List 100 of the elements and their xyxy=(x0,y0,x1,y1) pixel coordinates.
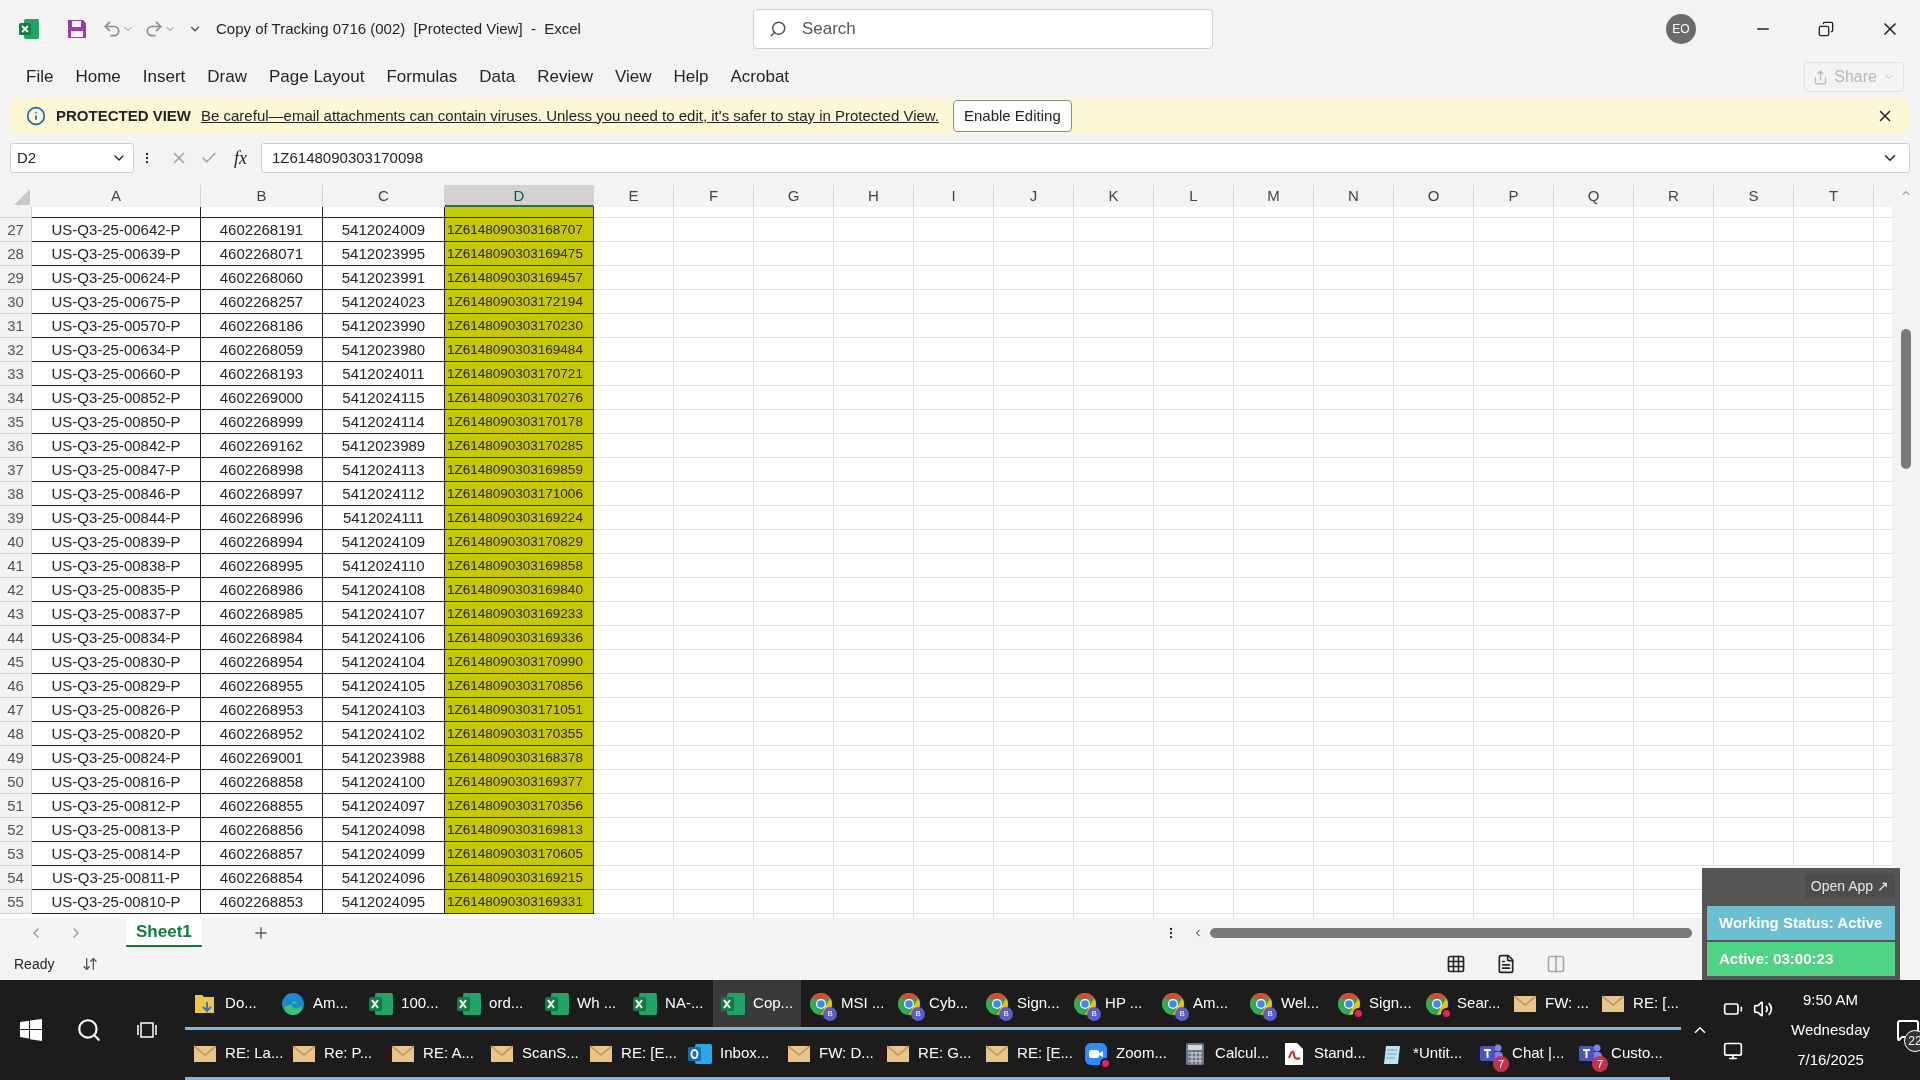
row-number[interactable]: 30 xyxy=(0,290,32,314)
column-header[interactable]: L xyxy=(1154,185,1234,207)
taskbar-button[interactable]: Inbox... xyxy=(680,1030,780,1080)
row-number[interactable]: 34 xyxy=(0,386,32,410)
taskbar-button[interactable]: Am... xyxy=(273,980,362,1030)
network-icon[interactable] xyxy=(1723,1041,1744,1061)
taskbar-button[interactable]: B HP ... xyxy=(1065,980,1154,1030)
taskbar-button[interactable]: B MSI ... xyxy=(801,980,890,1030)
row-number[interactable]: 46 xyxy=(0,674,32,698)
ribbon-tab[interactable]: Data xyxy=(479,59,516,95)
ribbon-tab[interactable]: Home xyxy=(75,59,121,95)
taskbar-button[interactable]: RE: [E... xyxy=(977,1030,1077,1080)
taskbar-button[interactable]: RE: [... xyxy=(1593,980,1682,1030)
warning-link[interactable]: Be careful—email attachments can contain viruses. Unless you need to edit, it's safer to stay in Protected View. xyxy=(201,104,939,128)
taskbar-button[interactable]: 7 Chat |... xyxy=(1472,1030,1572,1080)
column-header[interactable]: N xyxy=(1314,185,1394,207)
row-number[interactable]: 39 xyxy=(0,506,32,530)
taskbar-button[interactable]: B Am... xyxy=(1153,980,1242,1030)
sheet-tab[interactable]: Sheet1 xyxy=(126,919,202,947)
ribbon-tab[interactable]: Review xyxy=(537,59,593,95)
taskbar-button[interactable]: 7 Custo... xyxy=(1571,1030,1671,1080)
row-number[interactable]: 32 xyxy=(0,338,32,362)
column-header[interactable]: K xyxy=(1074,185,1154,207)
row-number[interactable]: 53 xyxy=(0,842,32,866)
ribbon-tab[interactable]: Draw xyxy=(207,59,247,95)
column-header[interactable]: Q xyxy=(1554,185,1634,207)
taskbar-button[interactable]: Re: P... xyxy=(284,1030,384,1080)
taskbar-button[interactable]: Stand... xyxy=(1274,1030,1374,1080)
column-header[interactable]: D xyxy=(445,185,594,207)
row-number[interactable]: 28 xyxy=(0,242,32,266)
taskbar-button[interactable]: 100... xyxy=(361,980,450,1030)
column-header[interactable]: E xyxy=(594,185,674,207)
row-number[interactable]: 29 xyxy=(0,266,32,290)
row-number[interactable]: 33 xyxy=(0,362,32,386)
row-number[interactable]: 35 xyxy=(0,410,32,434)
ribbon-tab[interactable]: Insert xyxy=(142,59,186,95)
taskbar-button[interactable]: Wh ... xyxy=(537,980,626,1030)
column-header[interactable]: R xyxy=(1634,185,1714,207)
column-header[interactable]: J xyxy=(994,185,1074,207)
column-header[interactable]: F xyxy=(674,185,754,207)
taskbar-button[interactable]: Cop... xyxy=(713,980,802,1030)
taskbar-button[interactable]: FW: ... xyxy=(1505,980,1594,1030)
row-number[interactable]: 31 xyxy=(0,314,32,338)
open-app-button[interactable]: Open App ↗ xyxy=(1804,874,1895,898)
taskbar-button[interactable]: FW: D... xyxy=(779,1030,879,1080)
taskbar-button[interactable]: ord... xyxy=(449,980,538,1030)
row-number[interactable]: 55 xyxy=(0,890,32,914)
column-header[interactable]: O xyxy=(1394,185,1474,207)
taskbar-button[interactable]: ScanS... xyxy=(482,1030,582,1080)
column-header[interactable]: G xyxy=(754,185,834,207)
taskbar-button[interactable]: Calcul... xyxy=(1175,1030,1275,1080)
restore-icon[interactable] xyxy=(1818,21,1834,37)
row-number[interactable]: 41 xyxy=(0,554,32,578)
task-view-icon[interactable] xyxy=(136,1019,158,1041)
row-number[interactable]: 48 xyxy=(0,722,32,746)
volume-icon[interactable] xyxy=(1753,999,1774,1019)
row-number[interactable]: 40 xyxy=(0,530,32,554)
row-number[interactable]: 52 xyxy=(0,818,32,842)
row-number[interactable]: 42 xyxy=(0,578,32,602)
redo-icon[interactable] xyxy=(144,19,164,39)
taskbar-button[interactable]: Do... xyxy=(185,980,274,1030)
taskbar-button[interactable]: RE: [E... xyxy=(581,1030,681,1080)
undo-icon[interactable] xyxy=(102,19,122,39)
taskbar-button[interactable]: Zoom... xyxy=(1076,1030,1176,1080)
row-number[interactable]: 54 xyxy=(0,866,32,890)
page-layout-icon[interactable] xyxy=(1496,954,1516,974)
row-number[interactable]: 36 xyxy=(0,434,32,458)
formula-field[interactable]: 1Z6148090303170098 xyxy=(261,143,1910,173)
ribbon-tab[interactable]: Page Layout xyxy=(268,59,365,95)
ribbon-tab[interactable]: Help xyxy=(673,59,709,95)
start-icon[interactable] xyxy=(20,1019,42,1041)
ribbon-tab[interactable]: File xyxy=(26,59,54,95)
ribbon-tab[interactable]: Acrobat xyxy=(730,59,790,95)
column-header[interactable]: M xyxy=(1234,185,1314,207)
row-number[interactable]: 44 xyxy=(0,626,32,650)
column-header[interactable]: I xyxy=(914,185,994,207)
column-header[interactable]: P xyxy=(1474,185,1554,207)
account-avatar[interactable]: EO xyxy=(1666,14,1696,44)
row-number[interactable]: 47 xyxy=(0,698,32,722)
clock[interactable]: 9:50 AM Wednesday 7/16/2025 xyxy=(1791,985,1870,1075)
row-number[interactable]: 49 xyxy=(0,746,32,770)
column-header[interactable]: S xyxy=(1714,185,1794,207)
scrollbar-thumb[interactable] xyxy=(1901,329,1911,469)
taskbar-button[interactable]: RE: La... xyxy=(185,1030,285,1080)
normal-view-icon[interactable] xyxy=(1446,954,1466,974)
insert-function-button[interactable]: fx xyxy=(232,144,249,172)
ribbon-tab[interactable]: View xyxy=(614,59,652,95)
row-number[interactable]: 38 xyxy=(0,482,32,506)
save-icon[interactable] xyxy=(66,18,88,40)
ribbon-tab[interactable]: Formulas xyxy=(386,59,458,95)
taskbar-button[interactable]: B Cyb... xyxy=(889,980,978,1030)
taskbar-button[interactable]: B Sign... xyxy=(977,980,1066,1030)
search-field[interactable]: Search xyxy=(752,9,1213,49)
search-icon[interactable] xyxy=(76,1017,102,1043)
row-number[interactable]: 50 xyxy=(0,770,32,794)
enable-editing-button[interactable]: Enable Editing xyxy=(953,100,1072,132)
taskbar-button[interactable]: RE: A... xyxy=(383,1030,483,1080)
name-box[interactable]: D2 xyxy=(10,143,134,173)
taskbar-button[interactable]: RE: G... xyxy=(878,1030,978,1080)
row-number[interactable]: 51 xyxy=(0,794,32,818)
